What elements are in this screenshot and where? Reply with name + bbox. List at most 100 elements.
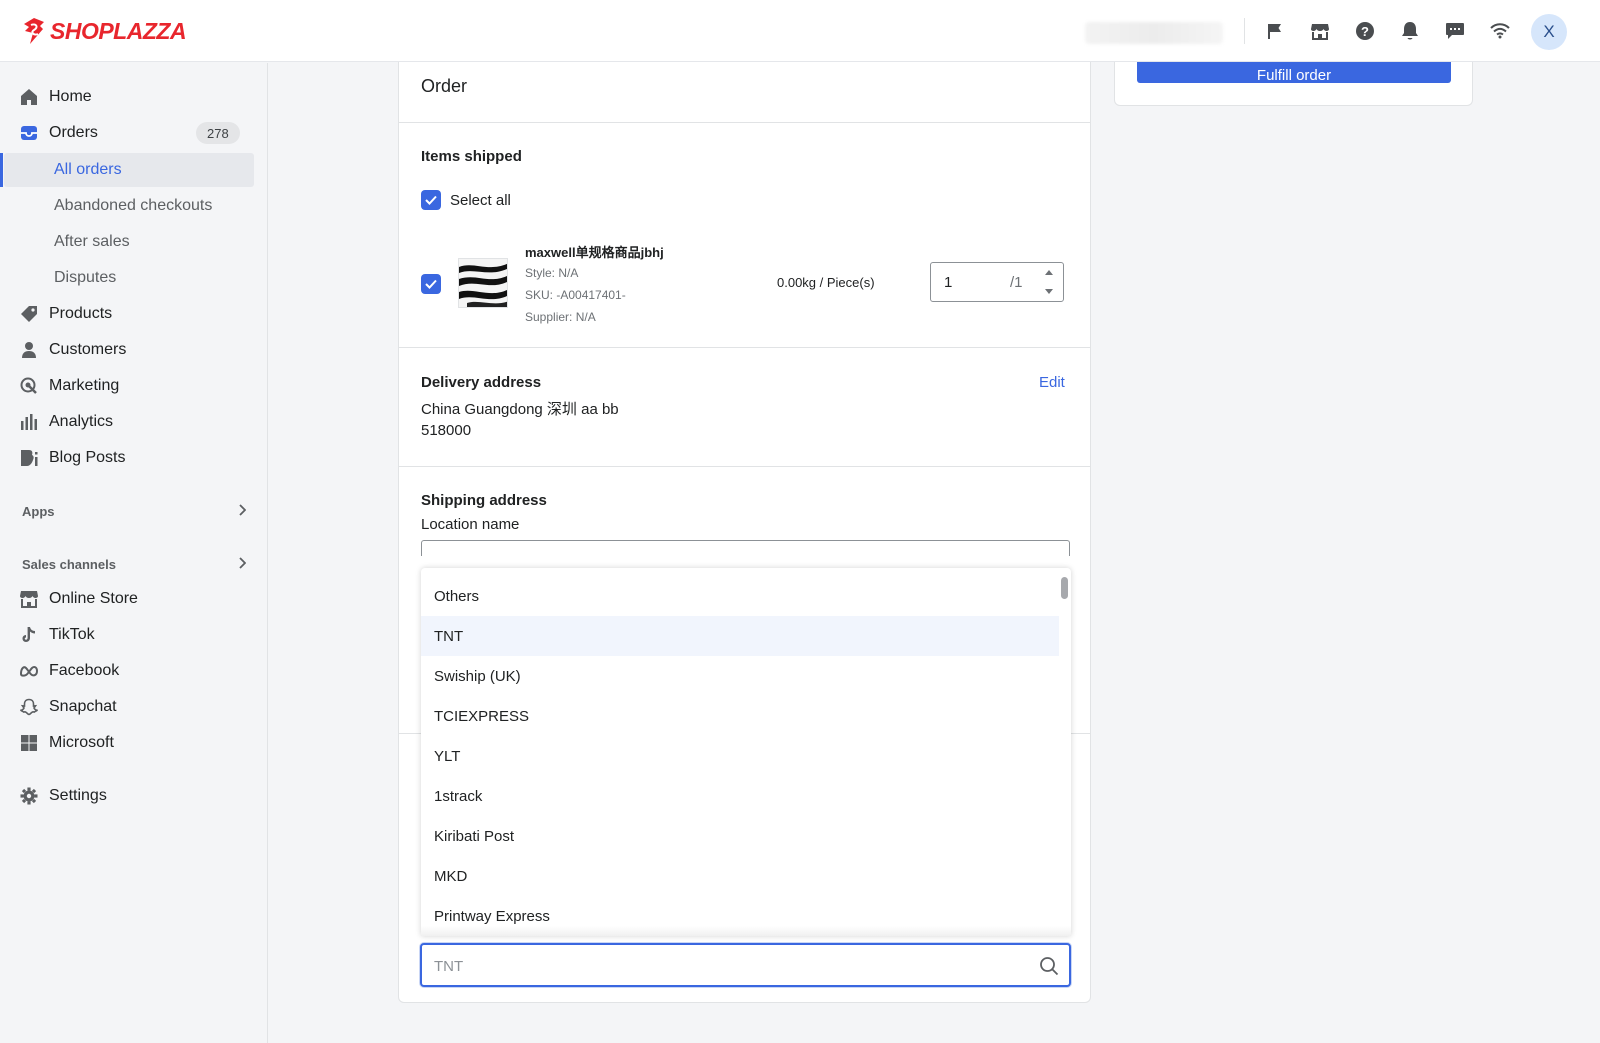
dropdown-option[interactable]: Swiship (UK) [421, 656, 1059, 696]
sidebar-item-microsoft[interactable]: Microsoft [0, 726, 268, 760]
quantity-value[interactable]: 1 [944, 274, 952, 291]
shipping-address-heading: Shipping address [421, 492, 547, 509]
target-icon [20, 377, 37, 394]
active-indicator [0, 153, 3, 187]
blog-icon [21, 450, 38, 466]
sidebar-item-label: Facebook [49, 662, 120, 679]
caret-down-icon [1045, 289, 1053, 294]
sidebar-item-label: Analytics [49, 413, 114, 430]
sidebar-item-tiktok[interactable]: TikTok [0, 618, 268, 652]
bell-icon[interactable] [1399, 20, 1421, 42]
sidebar-item-online-store[interactable]: Online Store [0, 582, 268, 616]
sidebar-item-facebook[interactable]: Facebook [0, 654, 268, 688]
edit-address-link[interactable]: Edit [1039, 374, 1065, 391]
sidebar-item-settings[interactable]: Settings [0, 779, 268, 813]
dropdown-option[interactable]: Others [421, 576, 1059, 616]
sidebar-item-orders[interactable]: Orders 278 [0, 116, 268, 150]
page-title: Order [421, 76, 468, 96]
items-shipped-heading: Items shipped [421, 148, 522, 165]
meta-icon [20, 666, 38, 677]
sidebar-item-label: Home [49, 88, 92, 105]
dropdown-option[interactable]: MKD [421, 856, 1059, 896]
divider [399, 347, 1090, 348]
sidebar-item-marketing[interactable]: Marketing [0, 369, 268, 403]
fulfill-order-button[interactable]: Fulfill order [1137, 62, 1451, 83]
sidebar-item-label: Blog Posts [49, 449, 126, 466]
sidebar-item-blog-posts[interactable]: Blog Posts [0, 441, 268, 475]
sidebar-item-label: Abandoned checkouts [54, 197, 213, 214]
sidebar-item-snapchat[interactable]: Snapchat [0, 690, 268, 724]
bar-chart-icon [21, 414, 37, 430]
sidebar-item-products[interactable]: Products [0, 297, 268, 331]
person-icon [22, 342, 36, 358]
stepper-buttons [1035, 263, 1063, 301]
delivery-address-line1: China Guangdong 深圳 aa bb [421, 401, 619, 418]
quantity-max: /1 [1010, 274, 1023, 291]
divider [399, 466, 1090, 467]
flag-icon[interactable] [1264, 20, 1286, 42]
snapchat-icon [20, 698, 38, 716]
sidebar-item-label: Snapchat [49, 698, 117, 715]
location-name-label: Location name [421, 516, 520, 533]
item-checkbox[interactable] [421, 274, 441, 294]
sidebar-item-label: Orders [49, 124, 98, 141]
sidebar-item-label: Customers [49, 341, 127, 358]
carrier-search-input[interactable] [434, 955, 1014, 977]
product-weight: 0.00kg / Piece(s) [777, 275, 875, 290]
sidebar-item-after-sales[interactable]: After sales [0, 225, 268, 259]
gear-icon [20, 787, 38, 805]
dropdown-option[interactable]: 1strack [421, 776, 1059, 816]
blurred-store-name [1085, 22, 1223, 44]
select-all-checkbox[interactable] [421, 190, 441, 210]
sidebar-item-all-orders[interactable]: All orders [4, 153, 254, 187]
chevron-right-icon [239, 504, 246, 516]
chevron-right-icon [239, 557, 246, 569]
sales-channels-section-header[interactable]: Sales channels [22, 552, 246, 576]
sidebar: Home Orders 278 All orders Abandoned che… [0, 63, 268, 1043]
check-icon [425, 279, 437, 289]
delivery-address-heading: Delivery address [421, 374, 542, 391]
divider [1244, 18, 1245, 44]
help-icon[interactable]: ? [1354, 20, 1376, 42]
scrollbar-thumb[interactable] [1061, 577, 1068, 599]
tiktok-icon [22, 627, 35, 642]
chat-icon[interactable] [1444, 20, 1466, 42]
decrement-button[interactable] [1035, 282, 1063, 301]
avatar[interactable]: X [1531, 14, 1567, 50]
sidebar-item-label: Products [49, 305, 113, 322]
sidebar-item-label: Microsoft [49, 734, 114, 751]
dropdown-option[interactable]: Kiribati Post [421, 816, 1059, 856]
wifi-icon[interactable] [1489, 20, 1511, 42]
store-icon[interactable] [1309, 20, 1331, 42]
product-supplier: Supplier: N/A [525, 310, 596, 324]
orders-count-badge: 278 [196, 122, 240, 144]
quantity-stepper[interactable]: 1 /1 [930, 262, 1064, 302]
dropdown-option[interactable]: TCIEXPRESS [421, 696, 1059, 736]
sidebar-item-abandoned-checkouts[interactable]: Abandoned checkouts [0, 189, 268, 223]
search-icon[interactable] [1039, 956, 1059, 976]
sales-channels-label: Sales channels [22, 556, 116, 572]
carrier-dropdown: Others TNT Swiship (UK) TCIEXPRESS YLT 1… [421, 568, 1071, 936]
logo-text: SHOPLAZZA [50, 17, 187, 44]
shoplazza-logo[interactable]: SHOPLAZZA [22, 17, 187, 45]
dropdown-option[interactable]: YLT [421, 736, 1059, 776]
sidebar-item-label: Online Store [49, 590, 138, 607]
increment-button[interactable] [1035, 263, 1063, 282]
carrier-search-field[interactable] [420, 943, 1071, 987]
location-name-select[interactable] [421, 540, 1070, 556]
apps-section-header[interactable]: Apps [22, 499, 246, 523]
sidebar-item-home[interactable]: Home [0, 80, 268, 114]
delivery-address-line2: 518000 [421, 422, 472, 439]
product-name[interactable]: maxwell单规格商品jbhj [525, 242, 664, 261]
home-icon [21, 89, 37, 105]
sidebar-item-disputes[interactable]: Disputes [0, 261, 268, 295]
orders-icon [21, 126, 37, 140]
sidebar-item-label: TikTok [49, 626, 95, 643]
sidebar-item-customers[interactable]: Customers [0, 333, 268, 367]
divider [399, 122, 1090, 123]
sidebar-item-analytics[interactable]: Analytics [0, 405, 268, 439]
dropdown-option-highlighted[interactable]: TNT [421, 616, 1059, 656]
caret-up-icon [1045, 270, 1053, 275]
fulfill-card: Fulfill order [1114, 62, 1473, 106]
tag-icon [21, 306, 37, 322]
